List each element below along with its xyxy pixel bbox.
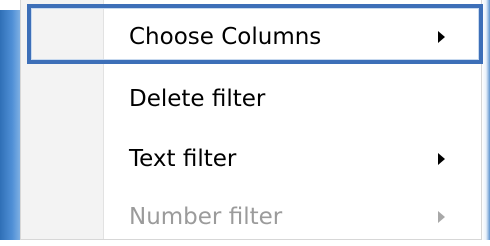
context-menu: Choose Columns Delete filter Text filter…	[20, 0, 483, 240]
selected-item-highlight	[27, 4, 483, 64]
background-right-edge	[482, 0, 490, 240]
menu-item-text-filter[interactable]: Text filter	[21, 130, 481, 188]
chevron-right-icon	[438, 211, 445, 223]
menu-item-number-filter: Number filter	[21, 188, 481, 246]
selected-item-highlight-inner	[31, 8, 479, 60]
menu-item-label: Number filter	[129, 204, 283, 230]
background-window-edge	[0, 0, 22, 240]
chevron-right-icon	[438, 153, 445, 165]
menu-item-delete-filter[interactable]: Delete filter	[21, 70, 481, 128]
menu-item-label: Text filter	[129, 146, 237, 172]
menu-item-label: Delete filter	[129, 86, 266, 112]
